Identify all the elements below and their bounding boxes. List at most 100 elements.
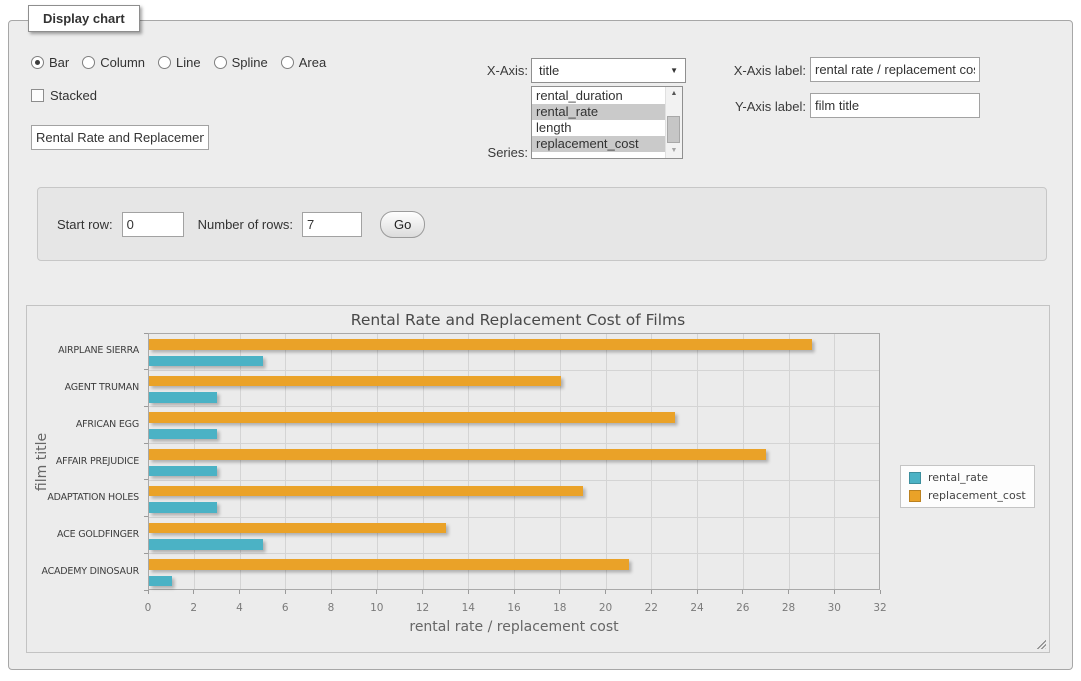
page: Display chart Bar Column Line Spline Are… [0,0,1081,681]
start-row-input[interactable] [122,212,184,237]
bar-rental_rate [149,392,217,403]
gridline-vertical [834,334,835,589]
gridline-vertical [468,334,469,589]
radio-column-control[interactable] [82,56,95,69]
gridline-horizontal [149,370,879,371]
gridline-horizontal [149,517,879,518]
x-tick-label: 16 [494,602,534,614]
bar-rental_rate [149,576,172,587]
radio-bar[interactable]: Bar [31,55,69,70]
x-tick-label: 26 [723,602,763,614]
radio-line-control[interactable] [158,56,171,69]
x-tick-mark [422,590,423,594]
stacked-checkbox[interactable]: Stacked [31,88,97,103]
chart-title-input[interactable] [31,125,209,150]
gridline-vertical [514,334,515,589]
gridline-horizontal [149,443,879,444]
gridline-vertical [285,334,286,589]
x-tick-mark [376,590,377,594]
scroll-up-icon[interactable]: ▲ [671,89,678,99]
x-axis-select[interactable]: title ▼ [531,58,686,83]
x-tick-label: 24 [677,602,717,614]
gridline-vertical [240,334,241,589]
x-tick-label: 0 [128,602,168,614]
y-tick-mark [144,443,148,444]
series-option-length[interactable]: length [532,120,665,136]
radio-bar-control[interactable] [31,56,44,69]
x-tick-mark [559,590,560,594]
legend-swatch-rental_rate [909,472,921,484]
series-list-label: Series: [441,145,528,160]
gridline-vertical [606,334,607,589]
x-axis-label-input[interactable] [810,57,980,82]
series-listbox[interactable]: rental_duration rental_rate length repla… [531,86,683,159]
number-of-rows-input[interactable] [302,212,362,237]
series-option-rental-duration[interactable]: rental_duration [532,88,665,104]
radio-line[interactable]: Line [158,55,201,70]
y-tick-mark [144,479,148,480]
gridline-vertical [697,334,698,589]
legend-swatch-replacement_cost [909,490,921,502]
resize-grip-icon[interactable] [1035,638,1046,649]
y-axis-label-input[interactable] [810,93,980,118]
y-tick-mark [144,553,148,554]
x-tick-mark [788,590,789,594]
gridline-vertical [423,334,424,589]
go-button[interactable]: Go [380,211,425,238]
scroll-down-icon[interactable]: ▼ [671,146,678,156]
gridline-horizontal [149,480,879,481]
x-tick-mark [742,590,743,594]
x-tick-label: 28 [769,602,809,614]
radio-area-control[interactable] [281,56,294,69]
x-tick-mark [468,590,469,594]
x-tick-label: 4 [220,602,260,614]
radio-area[interactable]: Area [281,55,326,70]
legend-label: replacement_cost [928,489,1026,502]
x-tick-label: 6 [265,602,305,614]
series-option-replacement-cost[interactable]: replacement_cost [532,136,665,152]
gridline-vertical [377,334,378,589]
x-tick-mark [880,590,881,594]
bar-rental_rate [149,429,217,440]
series-scrollbar[interactable]: ▲ ▼ [665,87,682,158]
x-tick-label: 18 [540,602,580,614]
panel-title: Display chart [28,5,140,32]
chart-title: Rental Rate and Replacement Cost of Film… [27,311,1009,329]
radio-area-label: Area [299,55,326,70]
bar-replacement_cost [149,449,766,460]
gridline-vertical [743,334,744,589]
radio-spline-control[interactable] [214,56,227,69]
x-axis-title: rental rate / replacement cost [148,619,880,635]
radio-line-label: Line [176,55,201,70]
scrollbar-thumb[interactable] [667,116,680,143]
x-tick-label: 20 [586,602,626,614]
gridline-vertical [651,334,652,589]
x-tick-label: 12 [403,602,443,614]
chart-container: Rental Rate and Replacement Cost of Film… [26,305,1050,653]
x-tick-label: 32 [860,602,900,614]
gridline-vertical [560,334,561,589]
y-tick-mark [144,590,148,591]
radio-column[interactable]: Column [82,55,145,70]
radio-spline[interactable]: Spline [214,55,268,70]
series-option-rental-rate[interactable]: rental_rate [532,104,665,120]
x-tick-mark [239,590,240,594]
row-range-panel: Start row: Number of rows: Go [37,187,1047,261]
x-tick-label: 8 [311,602,351,614]
bar-replacement_cost [149,559,629,570]
number-of-rows-label: Number of rows: [198,217,293,232]
y-tick-mark [144,406,148,407]
x-tick-mark [834,590,835,594]
bar-replacement_cost [149,339,812,350]
x-tick-label: 14 [448,602,488,614]
legend-row: rental_rate [909,471,1026,484]
chart-legend: rental_rate replacement_cost [900,465,1035,508]
x-tick-mark [697,590,698,594]
legend-row: replacement_cost [909,489,1026,502]
radio-column-label: Column [100,55,145,70]
x-axis-select-value: title [539,63,559,78]
x-axis-select-label: X-Axis: [441,63,528,78]
bar-rental_rate [149,539,263,550]
chevron-down-icon: ▼ [670,66,678,75]
stacked-checkbox-control[interactable] [31,89,44,102]
